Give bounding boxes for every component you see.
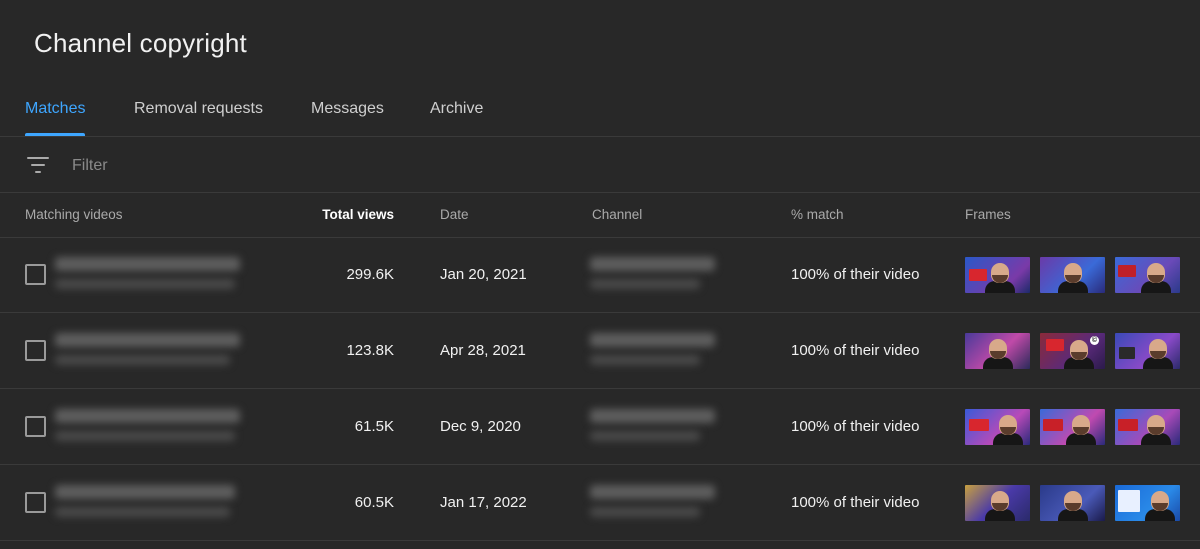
copyright-icon: © [1090,336,1099,345]
total-views: 60.5K [354,494,394,511]
column-header-frames[interactable]: Frames [965,193,1011,237]
filter-bar [0,137,1200,192]
row-checkbox[interactable] [25,416,46,437]
match-date: Jan 17, 2022 [440,494,527,511]
channel-name-redacted [590,479,720,523]
video-frame-thumbnail[interactable] [1115,333,1180,369]
row-checkbox[interactable] [25,492,46,513]
video-frame-thumbnail[interactable] [965,333,1030,369]
row-checkbox[interactable] [25,264,46,285]
column-header-channel[interactable]: Channel [592,193,642,237]
table-header: Matching videos Total views Date Channel… [0,193,1200,237]
percent-match: 100% of their video [791,342,920,359]
percent-match: 100% of their video [791,494,920,511]
channel-name-redacted [590,327,720,371]
total-views: 123.8K [346,342,394,359]
video-title-redacted [55,403,245,447]
tab-bar: Matches Removal requests Messages Archiv… [0,86,1200,136]
column-header-date[interactable]: Date [440,193,469,237]
tab-messages[interactable]: Messages [311,86,384,136]
percent-match: 100% of their video [791,266,920,283]
video-title-redacted [55,327,245,371]
page-title: Channel copyright [34,28,247,58]
tab-removal-requests[interactable]: Removal requests [134,86,263,136]
percent-match: 100% of their video [791,418,920,435]
match-date: Apr 28, 2021 [440,342,526,359]
video-title-redacted [55,479,245,523]
video-frame-thumbnail[interactable] [1115,409,1180,445]
video-title-redacted [55,251,245,295]
channel-name-redacted [590,403,720,447]
total-views: 61.5K [354,418,394,435]
row-checkbox[interactable] [25,340,46,361]
video-frame-thumbnail[interactable] [1115,257,1180,293]
video-frame-thumbnail[interactable] [965,485,1030,521]
copyright-page: Channel copyright Matches Removal reques… [0,0,1200,549]
filter-icon[interactable] [27,154,51,176]
table-row[interactable]: 60.5K Jan 17, 2022 100% of their video [0,465,1200,540]
tab-matches[interactable]: Matches [25,86,86,136]
table-row[interactable]: 299.6K Jan 20, 2021 100% of their video [0,237,1200,312]
video-frame-thumbnail[interactable] [1115,485,1180,521]
video-frame-thumbnail[interactable]: © [1040,333,1105,369]
column-header-matching-videos[interactable]: Matching videos [25,193,123,237]
table-row[interactable]: 123.8K Apr 28, 2021 100% of their video … [0,313,1200,388]
video-frame-thumbnail[interactable] [1040,409,1105,445]
table-row[interactable]: 61.5K Dec 9, 2020 100% of their video [0,389,1200,464]
video-frame-thumbnail[interactable] [965,409,1030,445]
video-frame-thumbnail[interactable] [965,257,1030,293]
column-header-total-views[interactable]: Total views [322,193,394,237]
match-date: Dec 9, 2020 [440,418,521,435]
row-divider [0,540,1200,541]
match-date: Jan 20, 2021 [440,266,527,283]
video-frame-thumbnail[interactable] [1040,257,1105,293]
tab-archive[interactable]: Archive [430,86,483,136]
column-header-percent-match[interactable]: % match [791,193,844,237]
video-frame-thumbnail[interactable] [1040,485,1105,521]
total-views: 299.6K [346,266,394,283]
filter-input[interactable] [70,149,574,183]
channel-name-redacted [590,251,720,295]
